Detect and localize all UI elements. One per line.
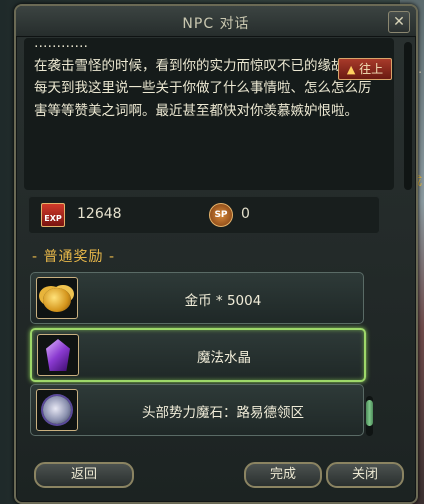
dialog-text-panel: ………… 在袭击雪怪的时候，看到你的实力而惊叹不已的缘故吧。每天到我这里说一些关… — [24, 38, 394, 190]
back-button[interactable]: 返回 — [34, 462, 134, 488]
rewards-scrollbar[interactable] — [366, 396, 373, 436]
normal-rewards-header: - 普通奖励 - — [32, 249, 116, 265]
sp-icon: SP — [209, 203, 233, 227]
magic-stone-icon — [36, 389, 78, 431]
up-arrow-icon: ▲ — [346, 63, 356, 76]
rewards-list: 金币 * 5004 魔法水晶 头部势力魔石：路易德领区 — [30, 272, 374, 442]
exp-sp-reward-row: EXP 12648 SP 0 — [28, 196, 380, 234]
reward-item-label: 头部势力魔石：路易德领区 — [142, 405, 304, 421]
magic-crystal-icon — [37, 334, 79, 376]
close-button[interactable]: 关闭 — [326, 462, 404, 488]
reward-item-magic-crystal[interactable]: 魔法水晶 — [30, 328, 366, 382]
done-button[interactable]: 完成 — [244, 462, 322, 488]
window-title: NPC 对话 — [182, 16, 250, 32]
dialog-scrollbar[interactable] — [404, 42, 412, 190]
reward-item-label: 魔法水晶 — [197, 350, 251, 366]
reward-item-gold[interactable]: 金币 * 5004 — [30, 272, 364, 324]
sp-value: 0 — [241, 206, 250, 222]
background-side-mark: . — [418, 62, 422, 76]
exp-icon: EXP — [41, 203, 65, 227]
goto-label: 往上 — [359, 62, 384, 76]
npc-dialog-window: NPC 对话 ✕ ………… 在袭击雪怪的时候，看到你的实力而惊叹不已的缘故吧。每… — [14, 4, 418, 504]
title-bar[interactable]: NPC 对话 ✕ — [16, 6, 416, 37]
exp-value: 12648 — [77, 206, 122, 222]
close-icon[interactable]: ✕ — [388, 11, 410, 33]
rewards-scroll-thumb[interactable] — [366, 400, 373, 426]
reward-item-magic-stone[interactable]: 头部势力魔石：路易德领区 — [30, 384, 364, 436]
gold-coins-icon — [36, 277, 78, 319]
reward-item-label: 金币 * 5004 — [184, 293, 262, 309]
npc-dialog-text: ………… 在袭击雪怪的时候，看到你的实力而惊叹不已的缘故吧。每天到我这里说一些关… — [34, 38, 372, 119]
goto-button[interactable]: ▲ 往上 — [338, 58, 392, 80]
